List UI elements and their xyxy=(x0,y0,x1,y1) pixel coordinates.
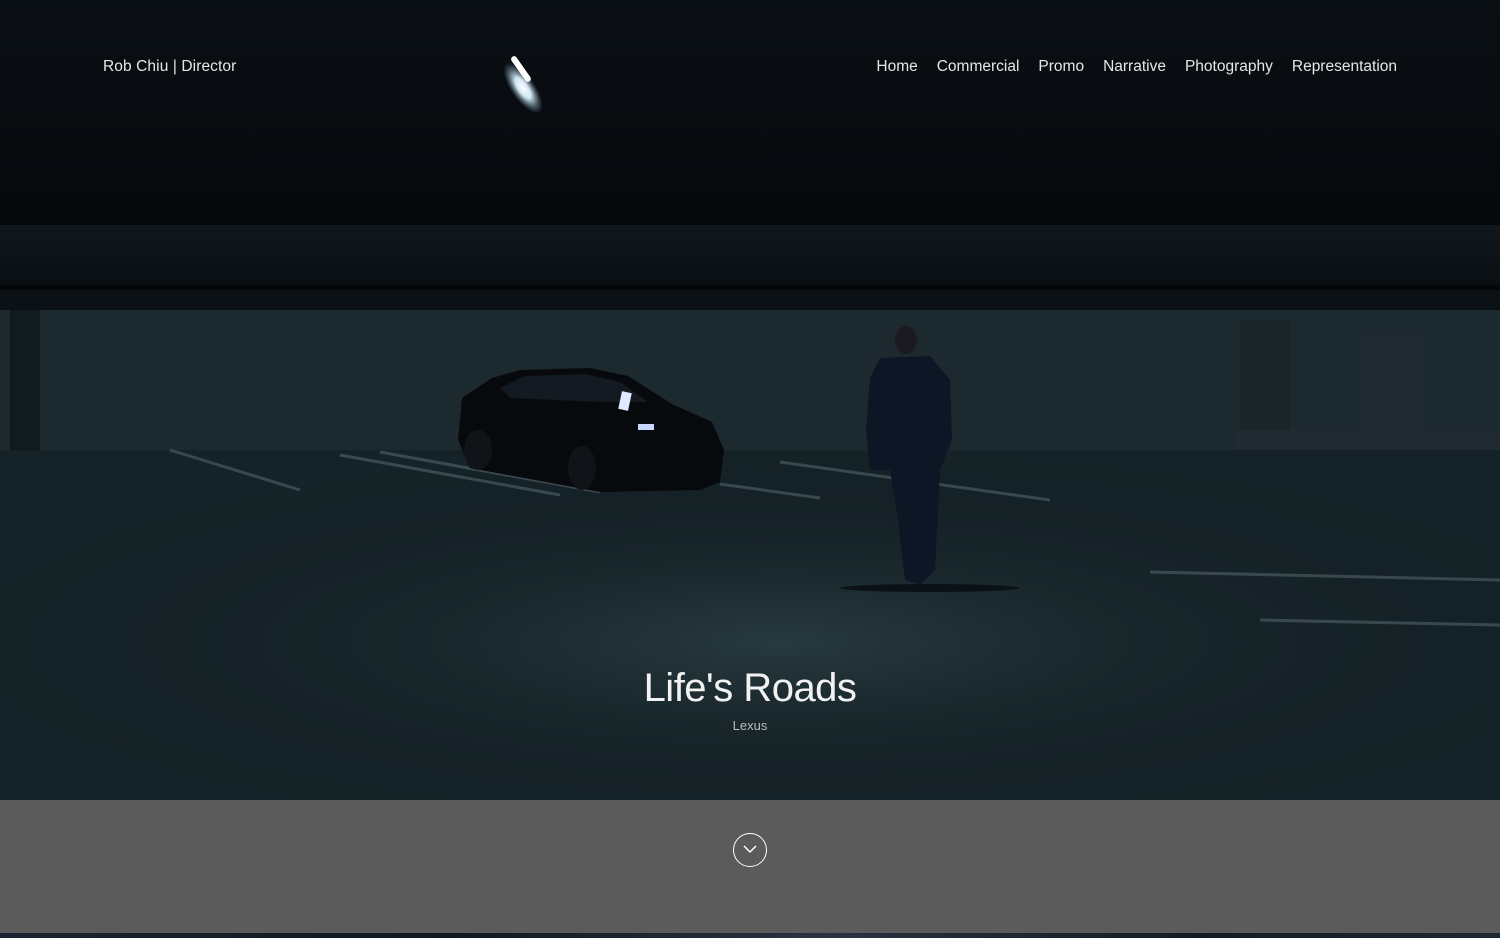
scroll-band xyxy=(0,800,1500,933)
chevron-down-icon xyxy=(743,845,757,854)
hero-client-label: Lexus xyxy=(732,718,768,733)
nav-commercial-link[interactable]: Commercial xyxy=(937,58,1020,76)
site-header: Rob Chiu | Director Home Commercial Prom… xyxy=(0,0,1500,130)
hero-banner: Rob Chiu | Director Home Commercial Prom… xyxy=(0,0,1500,800)
hero-caption: Life's Roads Lexus xyxy=(0,664,1500,733)
nav-narrative-link[interactable]: Narrative xyxy=(1103,58,1166,76)
nav-promo-link[interactable]: Promo xyxy=(1038,58,1084,76)
next-section-preview xyxy=(0,933,1500,938)
nav-photography-link[interactable]: Photography xyxy=(1185,58,1273,76)
page: Rob Chiu | Director Home Commercial Prom… xyxy=(0,0,1500,938)
nav-home-link[interactable]: Home xyxy=(876,58,917,76)
site-title-link[interactable]: Rob Chiu | Director xyxy=(103,58,236,76)
scroll-down-button[interactable] xyxy=(733,833,767,867)
hero-title[interactable]: Life's Roads xyxy=(0,664,1500,712)
nav-representation-link[interactable]: Representation xyxy=(1292,58,1397,76)
main-nav: Home Commercial Promo Narrative Photogra… xyxy=(857,58,1397,76)
